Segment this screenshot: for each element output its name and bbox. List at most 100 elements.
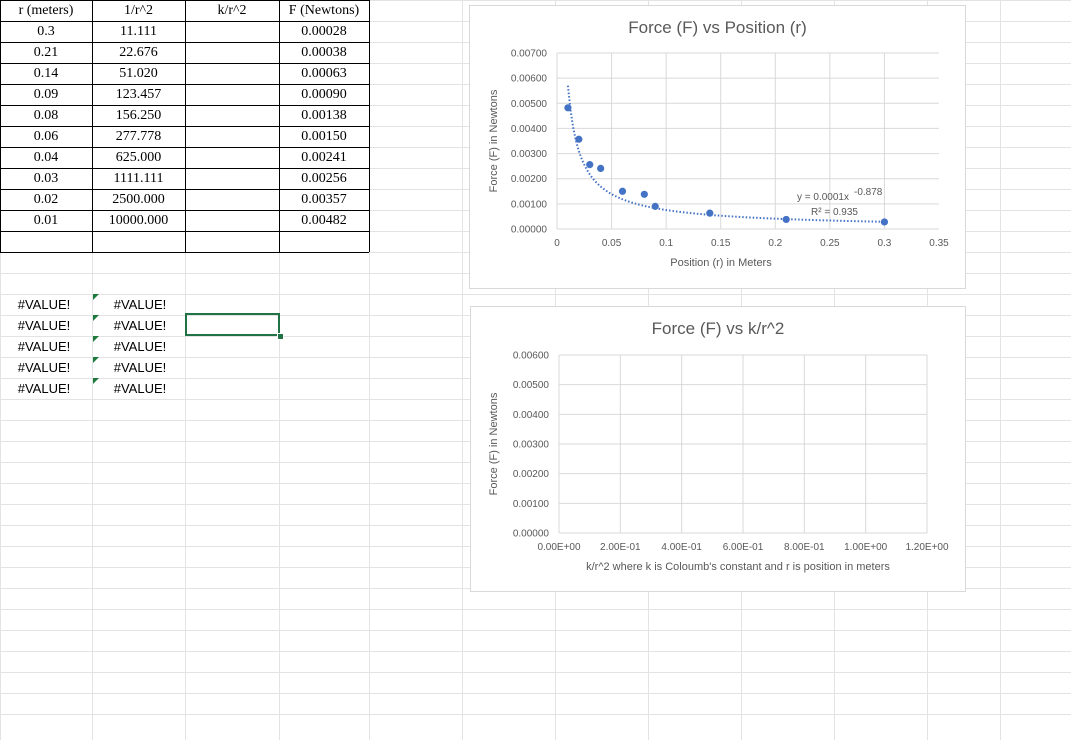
cell-force-newtons[interactable]: 0.00138: [279, 105, 369, 126]
trendline-exponent: -0.878: [854, 187, 883, 198]
error-value-cell[interactable]: #VALUE!: [0, 336, 88, 357]
x-tick-label: 0.15: [711, 238, 731, 249]
error-value-cell[interactable]: #VALUE!: [92, 315, 188, 336]
data-point: [651, 202, 659, 210]
cell-r-meters[interactable]: 0.06: [0, 126, 92, 147]
cell-k-over-r-squared[interactable]: [185, 210, 279, 231]
y-tick-label: 0.00500: [513, 380, 550, 391]
cell-r-meters[interactable]: 0.21: [0, 42, 92, 63]
data-point: [597, 164, 605, 173]
cell-k-over-r-squared[interactable]: [185, 42, 279, 63]
error-indicator-icon: [93, 294, 99, 300]
header-inverse-r-squared[interactable]: 1/r^2: [92, 0, 185, 21]
cell-inverse-r-squared[interactable]: 11.111: [92, 21, 185, 42]
cell-k-over-r-squared[interactable]: [185, 126, 279, 147]
chart-plot-area: 0.00000 0.00100 0.00200 0.00300 0.00400 0.005…: [488, 351, 949, 574]
data-point: [618, 187, 627, 195]
error-value-cell[interactable]: #VALUE!: [92, 336, 188, 357]
y-tick-label: 0.00100: [513, 499, 550, 510]
y-tick-label: 0.00600: [511, 74, 548, 85]
header-force-newtons[interactable]: F (Newtons): [279, 0, 369, 21]
cell-force-newtons[interactable]: 0.00256: [279, 168, 369, 189]
x-axis-title: Position (r) in Meters: [670, 257, 772, 269]
y-tick-label: 0.00400: [511, 124, 548, 135]
chart-force-vs-position[interactable]: Force (F) vs Position (r) 0.00000 0.00100…: [469, 5, 966, 289]
x-tick-label: 0.35: [929, 238, 949, 249]
y-tick-label: 0.00500: [511, 99, 548, 110]
y-tick-label: 0.00600: [513, 351, 550, 362]
error-indicator-icon: [93, 315, 99, 321]
cell-inverse-r-squared[interactable]: 1111.111: [92, 168, 185, 189]
cell-r-meters[interactable]: 0.14: [0, 63, 92, 84]
cell-inverse-r-squared[interactable]: 156.250: [92, 105, 185, 126]
y-tick-label: 0.00300: [511, 149, 548, 160]
data-point: [640, 190, 648, 198]
cell-k-over-r-squared[interactable]: [185, 189, 279, 210]
cell-inverse-r-squared[interactable]: 10000.000: [92, 210, 185, 231]
error-value-cell[interactable]: #VALUE!: [0, 378, 88, 399]
data-point: [706, 209, 714, 217]
error-value-cell[interactable]: #VALUE!: [92, 357, 188, 378]
cell-r-meters[interactable]: 0.09: [0, 84, 92, 105]
cell-k-over-r-squared[interactable]: [185, 84, 279, 105]
y-tick-label: 0.00300: [513, 440, 550, 451]
y-tick-label: 0.00200: [511, 174, 548, 185]
x-tick-label: 0.1: [659, 238, 673, 249]
header-r-meters[interactable]: r (meters): [0, 0, 92, 21]
cell-r-meters[interactable]: 0.3: [0, 21, 92, 42]
cell-force-newtons[interactable]: 0.00038: [279, 42, 369, 63]
x-tick-label: 1.00E+00: [844, 542, 888, 553]
data-point: [880, 218, 889, 226]
trendline-r-squared: R² = 0.935: [811, 207, 858, 218]
data-point: [564, 104, 572, 112]
x-tick-label: 1.20E+00: [905, 542, 949, 553]
cell-force-newtons[interactable]: 0.00357: [279, 189, 369, 210]
x-tick-label: 0.00E+00: [537, 542, 581, 553]
cell-force-newtons[interactable]: 0.00150: [279, 126, 369, 147]
x-tick-label: 2.00E-01: [600, 542, 641, 553]
error-value-cell[interactable]: #VALUE!: [92, 294, 188, 315]
y-axis-title: Force (F) in Newtons: [488, 89, 500, 192]
cell-k-over-r-squared[interactable]: [185, 21, 279, 42]
header-k-over-r-squared[interactable]: k/r^2: [185, 0, 279, 21]
cell-inverse-r-squared[interactable]: 51.020: [92, 63, 185, 84]
error-indicator-icon: [93, 357, 99, 363]
y-tick-label: 0.00400: [513, 410, 550, 421]
x-tick-label: 8.00E-01: [784, 542, 825, 553]
error-value-cell[interactable]: #VALUE!: [0, 294, 88, 315]
cell-inverse-r-squared[interactable]: 2500.000: [92, 189, 185, 210]
cell-inverse-r-squared[interactable]: 625.000: [92, 147, 185, 168]
error-value-cell[interactable]: #VALUE!: [0, 357, 88, 378]
error-indicator-icon: [93, 378, 99, 384]
error-value-cell[interactable]: #VALUE!: [0, 315, 88, 336]
x-tick-label: 0: [554, 238, 560, 249]
cell-force-newtons[interactable]: 0.00090: [279, 84, 369, 105]
x-tick-label: 0.3: [877, 238, 891, 249]
error-indicator-icon: [93, 336, 99, 342]
cell-inverse-r-squared[interactable]: 277.778: [92, 126, 185, 147]
x-tick-label: 0.2: [768, 238, 782, 249]
selected-cell[interactable]: [185, 313, 280, 336]
cell-r-meters[interactable]: 0.02: [0, 189, 92, 210]
cell-r-meters[interactable]: 0.08: [0, 105, 92, 126]
cell-k-over-r-squared[interactable]: [185, 147, 279, 168]
chart-force-vs-k-over-r2[interactable]: Force (F) vs k/r^2 0.00000 0.00100 0.00200…: [470, 306, 966, 592]
cell-force-newtons[interactable]: 0.00482: [279, 210, 369, 231]
cell-force-newtons[interactable]: 0.00028: [279, 21, 369, 42]
cell-k-over-r-squared[interactable]: [185, 105, 279, 126]
cell-inverse-r-squared[interactable]: 22.676: [92, 42, 185, 63]
cell-force-newtons[interactable]: 0.00241: [279, 147, 369, 168]
x-tick-label: 6.00E-01: [723, 542, 764, 553]
cell-k-over-r-squared[interactable]: [185, 63, 279, 84]
x-tick-label: 0.25: [820, 238, 840, 249]
error-value-cell[interactable]: #VALUE!: [92, 378, 188, 399]
cell-r-meters[interactable]: 0.01: [0, 210, 92, 231]
cell-inverse-r-squared[interactable]: 123.457: [92, 84, 185, 105]
cell-k-over-r-squared[interactable]: [185, 168, 279, 189]
fill-handle[interactable]: [277, 333, 284, 340]
data-point: [575, 135, 583, 143]
cell-force-newtons[interactable]: 0.00063: [279, 63, 369, 84]
cell-r-meters[interactable]: 0.04: [0, 147, 92, 168]
cell-r-meters[interactable]: 0.03: [0, 168, 92, 189]
y-tick-label: 0.00000: [511, 225, 548, 236]
